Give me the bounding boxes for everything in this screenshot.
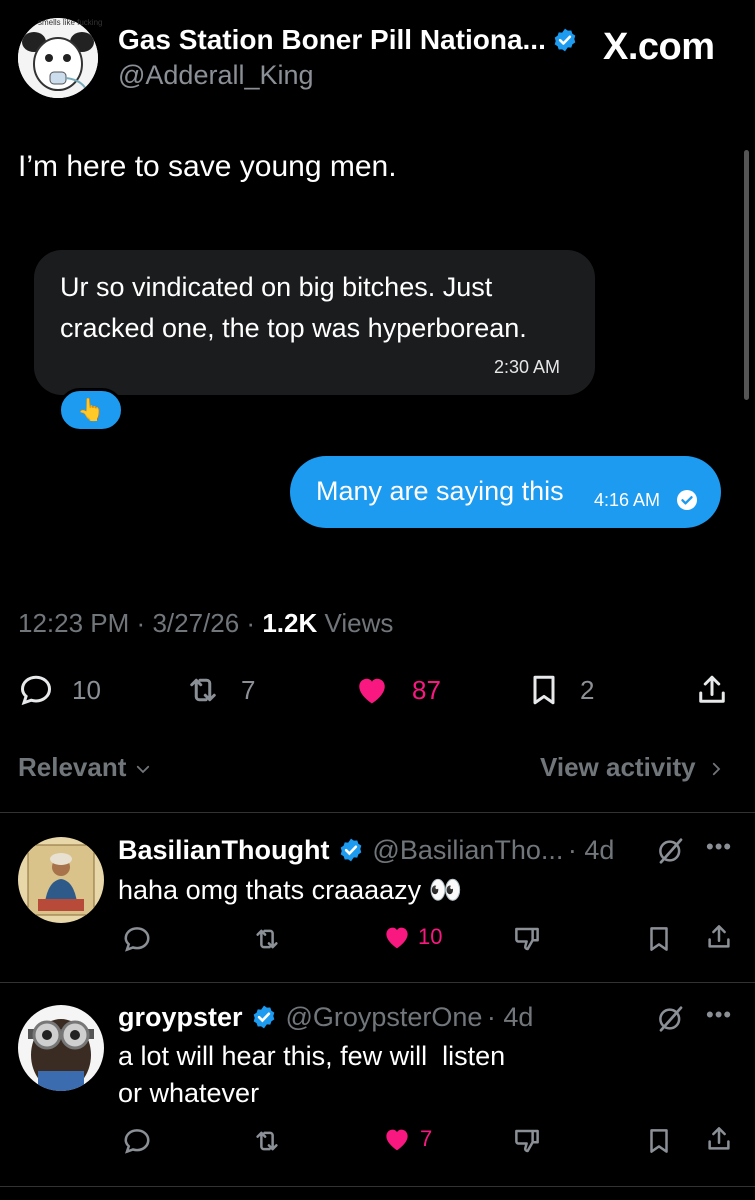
incoming-message-text: Ur so vindicated on big bitches. Just cr… bbox=[60, 272, 527, 343]
reply-avatar[interactable] bbox=[18, 837, 104, 923]
tweet-text: I’m here to save young men. bbox=[18, 150, 397, 183]
repost-icon[interactable] bbox=[252, 1126, 282, 1156]
author-handle[interactable]: @Adderall_King bbox=[118, 60, 314, 91]
reply-like-button[interactable]: 10 bbox=[382, 922, 442, 952]
share-icon[interactable] bbox=[704, 922, 734, 952]
outgoing-message-text: Many are saying this bbox=[316, 476, 564, 506]
grok-icon[interactable] bbox=[656, 1004, 686, 1034]
scrollbar[interactable] bbox=[744, 150, 749, 400]
reply-like-button[interactable]: 7 bbox=[382, 1124, 432, 1154]
heart-icon bbox=[386, 927, 408, 949]
tweet-meta: 12:23 PM · 3/27/26 · 1.2K Views bbox=[18, 608, 393, 639]
verified-badge-icon bbox=[253, 1005, 275, 1029]
x-com-watermark: X.com bbox=[603, 26, 715, 68]
bookmark-button[interactable]: 2 bbox=[526, 670, 594, 710]
reply-header: groypster @GroypsterOne · 4d bbox=[118, 1002, 533, 1033]
tweet-time[interactable]: 12:23 PM bbox=[18, 608, 129, 638]
like-button[interactable]: 87 bbox=[354, 670, 441, 710]
verified-badge-icon bbox=[340, 838, 362, 862]
more-icon[interactable]: ••• bbox=[706, 834, 732, 860]
bookmark-icon[interactable] bbox=[644, 1126, 674, 1156]
heart-icon bbox=[359, 678, 385, 704]
reply-header: BasilianThought @BasilianTho... · 4d bbox=[118, 835, 614, 866]
reply-icon bbox=[20, 675, 52, 706]
message-reaction: 👆 bbox=[58, 388, 124, 432]
divider bbox=[0, 1186, 755, 1187]
reply-age: · 4d bbox=[567, 835, 615, 865]
reply-icon[interactable] bbox=[122, 1126, 152, 1156]
reply-text: haha omg thats craaaazy 👀 bbox=[118, 875, 463, 905]
incoming-message-time: 2:30 AM bbox=[494, 357, 561, 377]
meta-separator: · bbox=[246, 608, 256, 638]
bookmark-icon bbox=[533, 675, 555, 705]
repost-count: 7 bbox=[241, 674, 256, 705]
grok-icon[interactable] bbox=[656, 836, 686, 866]
reply-like-count: 7 bbox=[420, 1126, 433, 1151]
reply-avatar[interactable] bbox=[18, 1005, 104, 1091]
share-icon bbox=[699, 675, 725, 703]
reply-text-line: or whatever bbox=[118, 1078, 260, 1108]
views-label: Views bbox=[324, 608, 394, 638]
divider bbox=[0, 812, 755, 813]
chevron-right-icon bbox=[712, 762, 721, 776]
repost-button[interactable]: 7 bbox=[185, 670, 255, 710]
bookmark-icon[interactable] bbox=[644, 924, 674, 954]
sort-label: Relevant bbox=[18, 752, 127, 782]
author-display-name[interactable]: Gas Station Boner Pill Nationa... bbox=[118, 24, 578, 56]
tweet-date[interactable]: 3/27/26 bbox=[152, 608, 239, 638]
reply-text: a lot will hear this, few will listen or… bbox=[118, 1038, 505, 1112]
outgoing-message-time: 4:16 AM bbox=[594, 490, 661, 510]
repost-icon[interactable] bbox=[252, 924, 282, 954]
sort-dropdown[interactable]: Relevant bbox=[18, 752, 152, 783]
reply-text-line: a lot will hear this, few will listen bbox=[118, 1041, 506, 1071]
reply-button[interactable]: 10 bbox=[18, 670, 101, 710]
reply-author-handle[interactable]: @GroypsterOne bbox=[285, 1002, 482, 1032]
repost-icon bbox=[190, 678, 216, 702]
dislike-icon[interactable] bbox=[512, 924, 542, 954]
bookmark-count: 2 bbox=[580, 674, 595, 705]
like-count: 87 bbox=[412, 674, 441, 705]
verified-badge-icon bbox=[554, 28, 576, 52]
meta-separator: · bbox=[136, 608, 146, 638]
more-icon[interactable]: ••• bbox=[706, 1002, 732, 1028]
reply-count: 10 bbox=[72, 674, 101, 705]
chevron-down-icon bbox=[136, 765, 149, 774]
reply-icon[interactable] bbox=[122, 924, 152, 954]
author-avatar[interactable] bbox=[18, 18, 98, 98]
divider bbox=[0, 982, 755, 983]
share-button[interactable] bbox=[694, 670, 730, 710]
heart-icon bbox=[386, 1129, 408, 1151]
pointing-up-emoji-icon: 👆 bbox=[77, 397, 105, 422]
avatar-caption: smells like fucking bbox=[38, 18, 103, 27]
dislike-icon[interactable] bbox=[512, 1126, 542, 1156]
reply-author-name[interactable]: BasilianThought bbox=[118, 835, 330, 865]
view-activity-link[interactable]: View activity bbox=[540, 752, 725, 783]
reply-author-name[interactable]: groypster bbox=[118, 1002, 243, 1032]
share-icon[interactable] bbox=[704, 1124, 734, 1154]
reply-like-count: 10 bbox=[418, 924, 443, 949]
reply-age: · 4d bbox=[486, 1002, 534, 1032]
read-receipt-icon bbox=[677, 490, 697, 510]
views-count: 1.2K bbox=[262, 608, 318, 638]
reply-author-handle[interactable]: @BasilianTho... bbox=[372, 835, 563, 865]
display-name-text: Gas Station Boner Pill Nationa... bbox=[118, 24, 546, 55]
view-activity-label: View activity bbox=[540, 752, 696, 782]
